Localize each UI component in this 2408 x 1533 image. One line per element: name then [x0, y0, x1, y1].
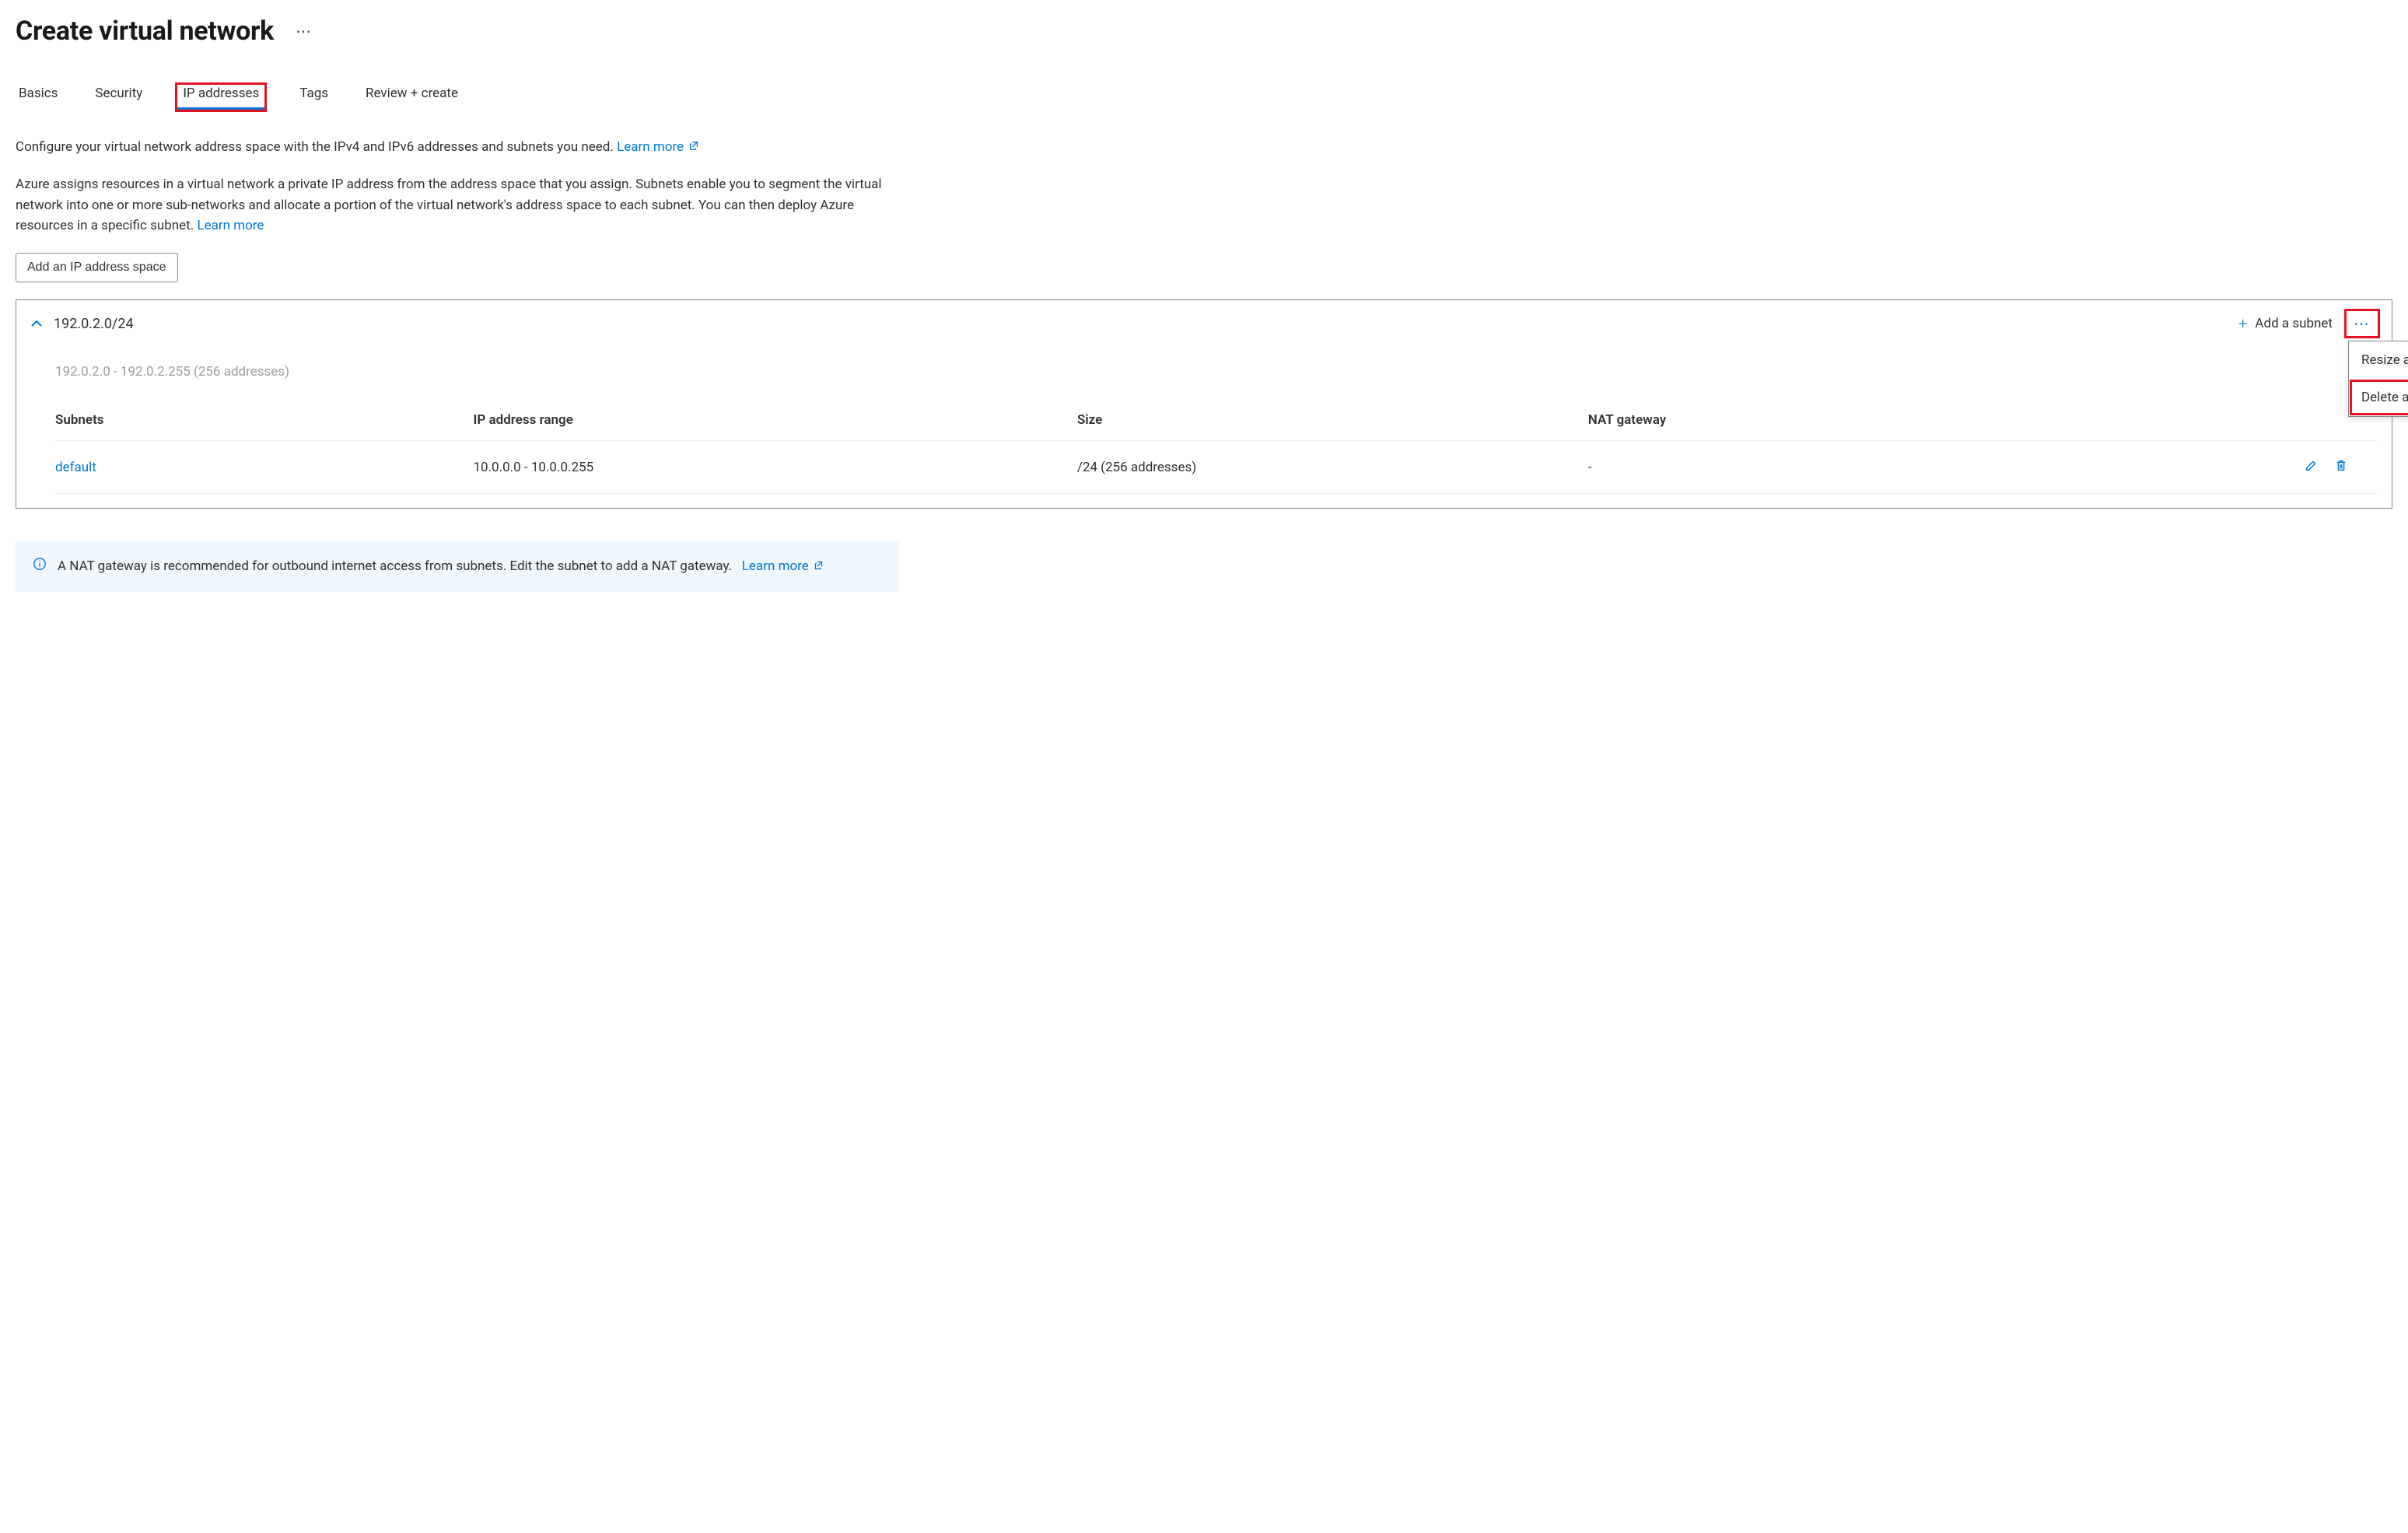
intro-text-2: Azure assigns resources in a virtual net… — [16, 177, 882, 233]
learn-more-label: Learn more — [617, 139, 684, 155]
address-space-cidr: 192.0.2.0/24 — [54, 316, 134, 332]
tab-security[interactable]: Security — [92, 84, 145, 110]
external-link-icon — [688, 140, 699, 151]
table-row: default 10.0.0.0 - 10.0.0.255 /24 (256 a… — [55, 441, 2378, 494]
info-icon — [33, 557, 47, 571]
info-learn-more-label: Learn more — [742, 558, 809, 574]
intro-text-1: Configure your virtual network address s… — [16, 139, 614, 155]
learn-more-link-2[interactable]: Learn more — [197, 218, 264, 233]
more-icon[interactable]: ⋯ — [296, 22, 312, 40]
col-ip-range: IP address range — [473, 404, 1076, 441]
subnets-table: Subnets IP address range Size NAT gatewa… — [55, 404, 2378, 494]
address-space-header: 192.0.2.0/24 + Add a subnet ⋯ Resize add… — [16, 300, 2392, 341]
subnet-nat: - — [1588, 441, 2292, 494]
subnet-ip-range: 10.0.0.0 - 10.0.0.255 — [473, 441, 1076, 494]
delete-address-space-item[interactable]: Delete address space — [2349, 379, 2408, 416]
col-nat: NAT gateway — [1588, 404, 2292, 441]
plus-icon: + — [2238, 314, 2247, 333]
info-banner-text: A NAT gateway is recommended for outboun… — [58, 558, 732, 574]
address-space-context-menu: Resize address space Delete address spac… — [2348, 341, 2408, 417]
tab-basics[interactable]: Basics — [16, 84, 61, 110]
tab-review-create[interactable]: Review + create — [362, 84, 461, 110]
tab-bar: Basics Security IP addresses Tags Review… — [16, 84, 2392, 110]
add-subnet-button[interactable]: + Add a subnet — [2238, 314, 2333, 333]
add-ip-address-space-button[interactable]: Add an IP address space — [16, 253, 178, 282]
tab-tags[interactable]: Tags — [296, 84, 331, 110]
col-size: Size — [1077, 404, 1588, 441]
tab-ip-addresses[interactable]: IP addresses — [177, 84, 265, 110]
nat-info-banner: A NAT gateway is recommended for outboun… — [16, 541, 898, 592]
learn-more-link-1[interactable]: Learn more — [617, 139, 699, 155]
address-space-more-button[interactable]: ⋯ — [2347, 311, 2378, 336]
add-subnet-label: Add a subnet — [2255, 316, 2333, 331]
intro-line-2: Azure assigns resources in a virtual net… — [16, 174, 910, 236]
subnet-row-actions — [2292, 441, 2378, 494]
address-space-block: 192.0.2.0/24 + Add a subnet ⋯ Resize add… — [16, 299, 2392, 509]
address-space-range: 192.0.2.0 - 192.0.2.255 (256 addresses) — [16, 364, 2392, 386]
edit-icon[interactable] — [2305, 458, 2319, 472]
page-header: Create virtual network ⋯ — [16, 16, 2392, 47]
resize-address-space-item[interactable]: Resize address space — [2349, 341, 2408, 379]
intro-line-1: Configure your virtual network address s… — [16, 137, 910, 157]
page-title: Create virtual network — [16, 16, 274, 47]
subnet-name-link[interactable]: default — [55, 460, 96, 475]
external-link-icon — [814, 560, 824, 570]
chevron-up-icon[interactable] — [30, 319, 43, 328]
delete-icon[interactable] — [2334, 458, 2348, 472]
info-banner-learn-more-link[interactable]: Learn more — [742, 558, 824, 574]
subnets-header-row: Subnets IP address range Size NAT gatewa… — [55, 404, 2378, 441]
info-banner-content: A NAT gateway is recommended for outboun… — [58, 555, 824, 578]
subnet-size: /24 (256 addresses) — [1077, 441, 1588, 494]
col-subnets: Subnets — [55, 404, 473, 441]
address-space-actions: + Add a subnet ⋯ Resize address space De… — [2238, 311, 2378, 336]
